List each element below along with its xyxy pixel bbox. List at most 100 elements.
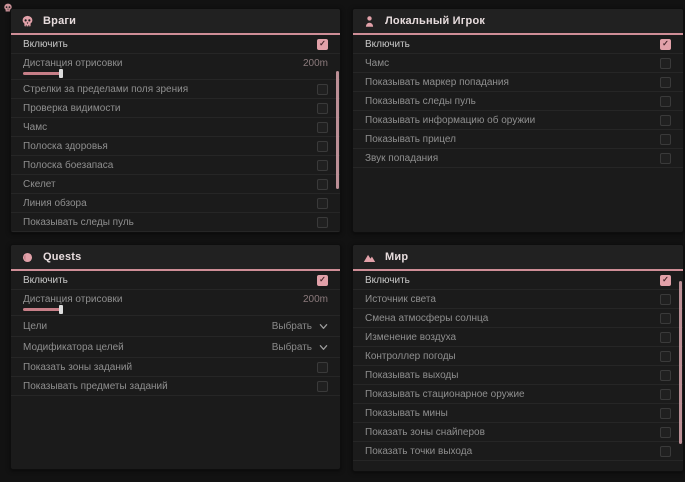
slider-track[interactable]	[23, 72, 61, 75]
checkbox-unchecked[interactable]	[660, 408, 671, 419]
row-label: Дистанция отрисовки	[23, 294, 303, 305]
row-toggle[interactable]: Чамс	[11, 118, 340, 137]
dropdown[interactable]: Выбрать	[272, 342, 328, 353]
checkbox-unchecked[interactable]	[660, 389, 671, 400]
row-label: Показывать прицел	[365, 134, 660, 145]
checkbox-checked[interactable]: ✓	[660, 39, 671, 50]
row-label: Чамс	[23, 122, 317, 133]
checkbox-unchecked[interactable]	[660, 446, 671, 457]
row-toggle[interactable]: Чамс	[353, 54, 683, 73]
row-toggle[interactable]: Показывать мины	[353, 404, 683, 423]
dropdown-value: Выбрать	[272, 321, 312, 332]
panel-header-local-player[interactable]: Локальный Игрок	[353, 9, 683, 35]
row-toggle[interactable]: Линия обзора	[11, 194, 340, 213]
checkbox-unchecked[interactable]	[660, 294, 671, 305]
row-toggle[interactable]: Показать зоны снайперов	[353, 423, 683, 442]
checkbox-checked[interactable]: ✓	[317, 39, 328, 50]
person-icon	[363, 15, 376, 28]
row-toggle[interactable]: Включить✓	[353, 271, 683, 290]
panel-header-world[interactable]: Мир	[353, 245, 683, 271]
checkbox-unchecked[interactable]	[317, 84, 328, 95]
checkbox-unchecked[interactable]	[660, 427, 671, 438]
checkbox-checked[interactable]: ✓	[317, 275, 328, 286]
checkbox-unchecked[interactable]	[317, 103, 328, 114]
checkbox-unchecked[interactable]	[660, 134, 671, 145]
panel-header-quests[interactable]: Quests	[11, 245, 340, 271]
row-toggle[interactable]: Показывать стационарное оружие	[353, 385, 683, 404]
checkbox-unchecked[interactable]	[317, 198, 328, 209]
checkbox-unchecked[interactable]	[660, 77, 671, 88]
row-toggle[interactable]: Изменение воздуха	[353, 328, 683, 347]
slider-track[interactable]	[23, 308, 61, 311]
dropdown[interactable]: Выбрать	[272, 321, 328, 332]
checkbox-checked[interactable]: ✓	[660, 275, 671, 286]
panel-world: Мир Включить✓Источник светаСмена атмосфер…	[352, 244, 684, 472]
checkbox-unchecked[interactable]	[660, 370, 671, 381]
row-toggle[interactable]: Показывать маркер попадания	[353, 73, 683, 92]
row-toggle[interactable]: Включить✓	[11, 271, 340, 290]
checkbox-unchecked[interactable]	[317, 122, 328, 133]
row-label: Показать зоны заданий	[23, 362, 317, 373]
row-toggle[interactable]: Показывать следы пуль	[11, 213, 340, 232]
row-toggle[interactable]: Показать зоны заданий	[11, 358, 340, 377]
row-toggle[interactable]: Показывать следы пуль	[353, 92, 683, 111]
panel-header-enemies[interactable]: Враги	[11, 9, 340, 35]
panel-rows: Включить✓ Дистанция отрисовки200m Стрелки …	[11, 35, 340, 232]
checkbox-unchecked[interactable]	[317, 217, 328, 228]
row-select[interactable]: ЦелиВыбрать	[11, 316, 340, 337]
row-slider[interactable]: Дистанция отрисовки200m	[11, 54, 340, 80]
row-label: Показывать мины	[365, 408, 660, 419]
panel-title: Локальный Игрок	[385, 15, 485, 27]
checkmark-icon: ✓	[319, 40, 326, 48]
chevron-down-icon	[319, 343, 328, 352]
row-toggle[interactable]: Смена атмосферы солнца	[353, 309, 683, 328]
row-label: Проверка видимости	[23, 103, 317, 114]
row-label: Показывать маркер попадания	[365, 77, 660, 88]
slider-value: 200m	[303, 294, 328, 305]
row-label: Полоска боезапаса	[23, 160, 317, 171]
row-label: Включить	[23, 275, 317, 286]
panel-title: Quests	[43, 251, 82, 263]
scrollbar[interactable]	[336, 71, 339, 189]
row-toggle[interactable]: Стрелки за пределами поля зрения	[11, 80, 340, 99]
panel-rows: Включить✓Источник светаСмена атмосферы с…	[353, 271, 683, 461]
row-toggle[interactable]: Источник света	[353, 290, 683, 309]
row-slider[interactable]: Дистанция отрисовки200m	[11, 290, 340, 316]
panel-title: Мир	[385, 251, 408, 263]
checkmark-icon: ✓	[662, 276, 669, 284]
row-label: Показывать стационарное оружие	[365, 389, 660, 400]
row-toggle[interactable]: Звук попадания	[353, 149, 683, 168]
row-toggle[interactable]: Показывать предметы заданий	[11, 377, 340, 396]
scrollbar[interactable]	[679, 281, 682, 444]
row-toggle[interactable]: Показывать прицел	[353, 130, 683, 149]
checkbox-unchecked[interactable]	[660, 153, 671, 164]
checkbox-unchecked[interactable]	[660, 351, 671, 362]
checkbox-unchecked[interactable]	[317, 160, 328, 171]
checkbox-unchecked[interactable]	[660, 332, 671, 343]
checkbox-unchecked[interactable]	[660, 96, 671, 107]
row-toggle[interactable]: Полоска здоровья	[11, 137, 340, 156]
row-label: Показывать предметы заданий	[23, 381, 317, 392]
row-toggle[interactable]: Полоска боезапаса	[11, 156, 340, 175]
checkbox-unchecked[interactable]	[317, 179, 328, 190]
checkbox-unchecked[interactable]	[317, 381, 328, 392]
mountain-icon	[363, 251, 376, 264]
row-toggle[interactable]: Показывать информацию об оружии	[353, 111, 683, 130]
row-toggle[interactable]: Контроллер погоды	[353, 347, 683, 366]
checkbox-unchecked[interactable]	[660, 58, 671, 69]
slider-handle[interactable]	[59, 305, 63, 314]
row-toggle[interactable]: Включить✓	[11, 35, 340, 54]
row-select[interactable]: Модификатора целейВыбрать	[11, 337, 340, 358]
row-toggle[interactable]: Включить✓	[353, 35, 683, 54]
row-toggle[interactable]: Проверка видимости	[11, 99, 340, 118]
checkbox-unchecked[interactable]	[317, 362, 328, 373]
row-label: Включить	[23, 39, 317, 50]
checkbox-unchecked[interactable]	[660, 115, 671, 126]
row-toggle[interactable]: Показать точки выхода	[353, 442, 683, 461]
slider-line: Дистанция отрисовки200m	[23, 57, 328, 70]
row-toggle[interactable]: Показывать выходы	[353, 366, 683, 385]
checkbox-unchecked[interactable]	[660, 313, 671, 324]
checkbox-unchecked[interactable]	[317, 141, 328, 152]
slider-handle[interactable]	[59, 69, 63, 78]
row-toggle[interactable]: Скелет	[11, 175, 340, 194]
